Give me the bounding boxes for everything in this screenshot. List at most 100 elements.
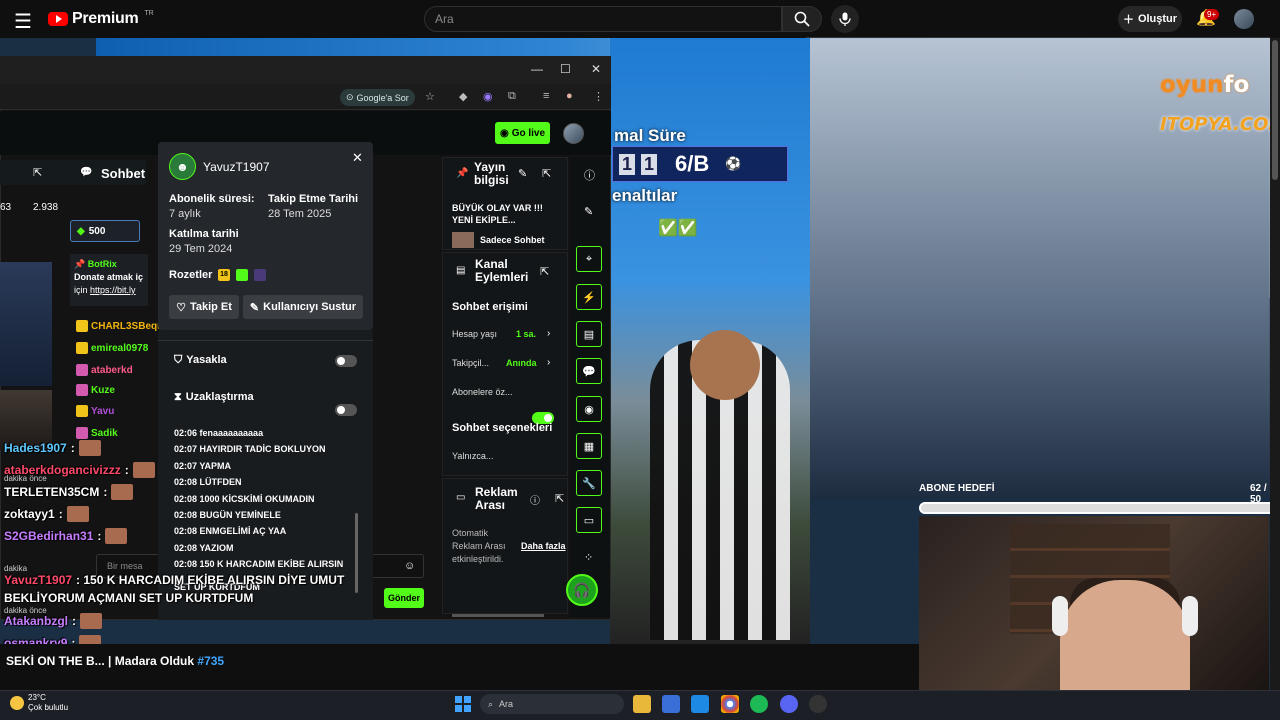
send-button[interactable]: Gönder [384,588,424,608]
taskbar-search[interactable]: ⌕ Ara [480,694,624,714]
pin-icon[interactable]: 📌 [456,168,468,179]
profile-icon[interactable]: ● [566,90,573,102]
chevron-right-icon[interactable]: › [547,357,550,368]
extension-icon[interactable]: ◆ [459,90,467,103]
weather-temp: 23°C [28,693,46,702]
spotify-icon[interactable] [750,695,768,713]
info-icon[interactable]: ⓘ [584,167,595,183]
scrollbar[interactable] [452,614,544,617]
create-label: Oluştur [1137,13,1178,25]
info-icon[interactable]: ⓘ [530,492,540,507]
mic-icon[interactable] [831,5,859,33]
sub-badge-icon [76,427,88,439]
discord-icon[interactable] [780,695,798,713]
chat-message[interactable]: ataberkd [76,364,133,376]
star-icon[interactable]: ☆ [425,90,435,103]
search-input[interactable]: Ara [424,6,782,32]
lightning-icon[interactable]: ⚡ [576,284,602,310]
scrollbar-thumb[interactable] [1272,40,1278,180]
broadcast-icon[interactable]: ◉ [576,396,602,422]
youtube-logo[interactable]: Premium TR [48,10,154,28]
search-icon[interactable] [782,6,822,32]
google-ask-button[interactable]: ⊙ Google'a Sor [340,89,415,106]
chat-icon[interactable]: 💬 [576,358,602,384]
close-icon[interactable]: ✕ [352,150,363,166]
create-button[interactable]: ＋ Oluştur [1118,6,1182,32]
avatar[interactable] [563,123,584,144]
expand-icon[interactable]: ⇱ [540,265,549,278]
chat-message[interactable]: CHARL3SBequi [76,320,166,332]
layout-icon[interactable]: ▦ [576,433,602,459]
points-pill[interactable]: ◆ 500 [70,220,140,242]
tool-rail [570,157,610,617]
chat-username[interactable]: Sadik [91,428,118,439]
stream-title: BÜYÜK OLAY VAR !!! YENİ EKİPLE... [452,203,543,225]
windows-start-icon[interactable] [455,696,471,712]
go-live-button[interactable]: ◉ Go live [495,122,550,144]
weather-widget[interactable]: 23°C Çok bulutlu [10,693,68,713]
avatar[interactable] [1234,9,1254,29]
sub-badge-icon [76,384,88,396]
pencil-icon[interactable]: ✎ [584,205,593,218]
chat-access-value[interactable]: Anında [506,358,537,368]
timeout-toggle[interactable] [335,404,357,416]
chat-message[interactable]: Kuze [76,384,115,396]
overlay-chat-message: YavuzT1907: 150 K HARCADIM EKİBE ALIRSIN… [4,573,344,587]
help-icon[interactable]: 🎧 [566,574,598,606]
address-bar[interactable] [0,84,611,110]
chat-message[interactable]: emireal0978 [76,342,148,354]
video-tag[interactable]: #735 [197,654,224,668]
overlay-chat-text: BEKLİYORUM AÇMANI SET UP KURTDFUM [4,591,254,605]
camera-icon[interactable]: ⌖ [576,246,602,272]
close-icon[interactable]: ✕ [591,62,601,76]
window-icon[interactable]: ▭ [576,507,602,533]
menu-icon[interactable]: ☰ [14,9,32,34]
emoji-icon[interactable]: ☺ [404,560,415,572]
ban-toggle[interactable] [335,355,357,367]
obs-icon[interactable] [809,695,827,713]
chat-message[interactable]: Yavu [76,405,114,417]
chat-username[interactable]: ataberkd [91,365,133,376]
expand-icon[interactable]: ⇱ [555,492,564,505]
channel-actions-title: Kanal Eylemleri [475,257,529,284]
chat-username[interactable]: Yavu [91,406,114,417]
edit-icon[interactable]: ✎ [518,167,527,180]
extension2-icon[interactable]: ◉ [483,90,493,103]
file-explorer-icon[interactable] [633,695,651,713]
chat-message[interactable]: Sadik [76,427,118,439]
minimize-icon[interactable]: — [531,62,543,76]
ad-more-link[interactable]: Daha fazla [521,541,566,551]
mute-user-button[interactable]: ✎ Kullanıcıyı Sustur [243,295,363,319]
wrench-icon[interactable]: 🔧 [576,470,602,496]
chat-username[interactable]: CHARL3SBequi [91,321,166,332]
expand-icon[interactable]: ⇱ [542,167,551,180]
more-icon[interactable]: ⋮ [593,90,604,103]
chat-username[interactable]: Kuze [91,385,115,396]
overlay-chat-message: TERLETEN35CM: [4,484,134,500]
document-icon[interactable]: ▤ [576,321,602,347]
pinned-link[interactable]: https://bit.ly [90,285,136,295]
more-icon[interactable]: ⁘ [584,551,593,564]
scrollbar[interactable] [355,513,358,593]
chat-access-title: Sohbet erişimi [452,301,528,313]
chevron-right-icon[interactable]: › [547,328,550,339]
message-history-item: 02:08 150 K HARCADIM EKİBE ALIRSIN [174,559,344,570]
join-date-label: Katılma tarihi [169,228,239,240]
expand-icon[interactable]: ⇱ [33,166,42,179]
mail-icon[interactable] [691,695,709,713]
chat-mode: Sadece Sohbet [480,235,545,245]
actions-icon: ▤ [456,265,466,276]
chat-access-value[interactable]: 1 sa. [516,329,536,339]
chrome-icon[interactable] [721,695,739,713]
overlay-chat-text: : [103,485,108,499]
plus-icon: ＋ [1122,14,1134,26]
store-icon[interactable] [662,695,680,713]
media-icon[interactable]: ≡ [543,90,549,102]
puzzle-icon[interactable]: ⧉ [508,90,516,103]
overlay-chat-username: zoktayy1 [4,507,55,521]
maximize-icon[interactable]: ☐ [560,62,571,76]
follow-button[interactable]: ♡ Takip Et [169,295,239,319]
card-username[interactable]: YavuzT1907 [203,160,270,174]
video-title: SEKİ ON THE B... | Madara Olduk #735 [6,654,224,668]
chat-username[interactable]: emireal0978 [91,343,148,354]
